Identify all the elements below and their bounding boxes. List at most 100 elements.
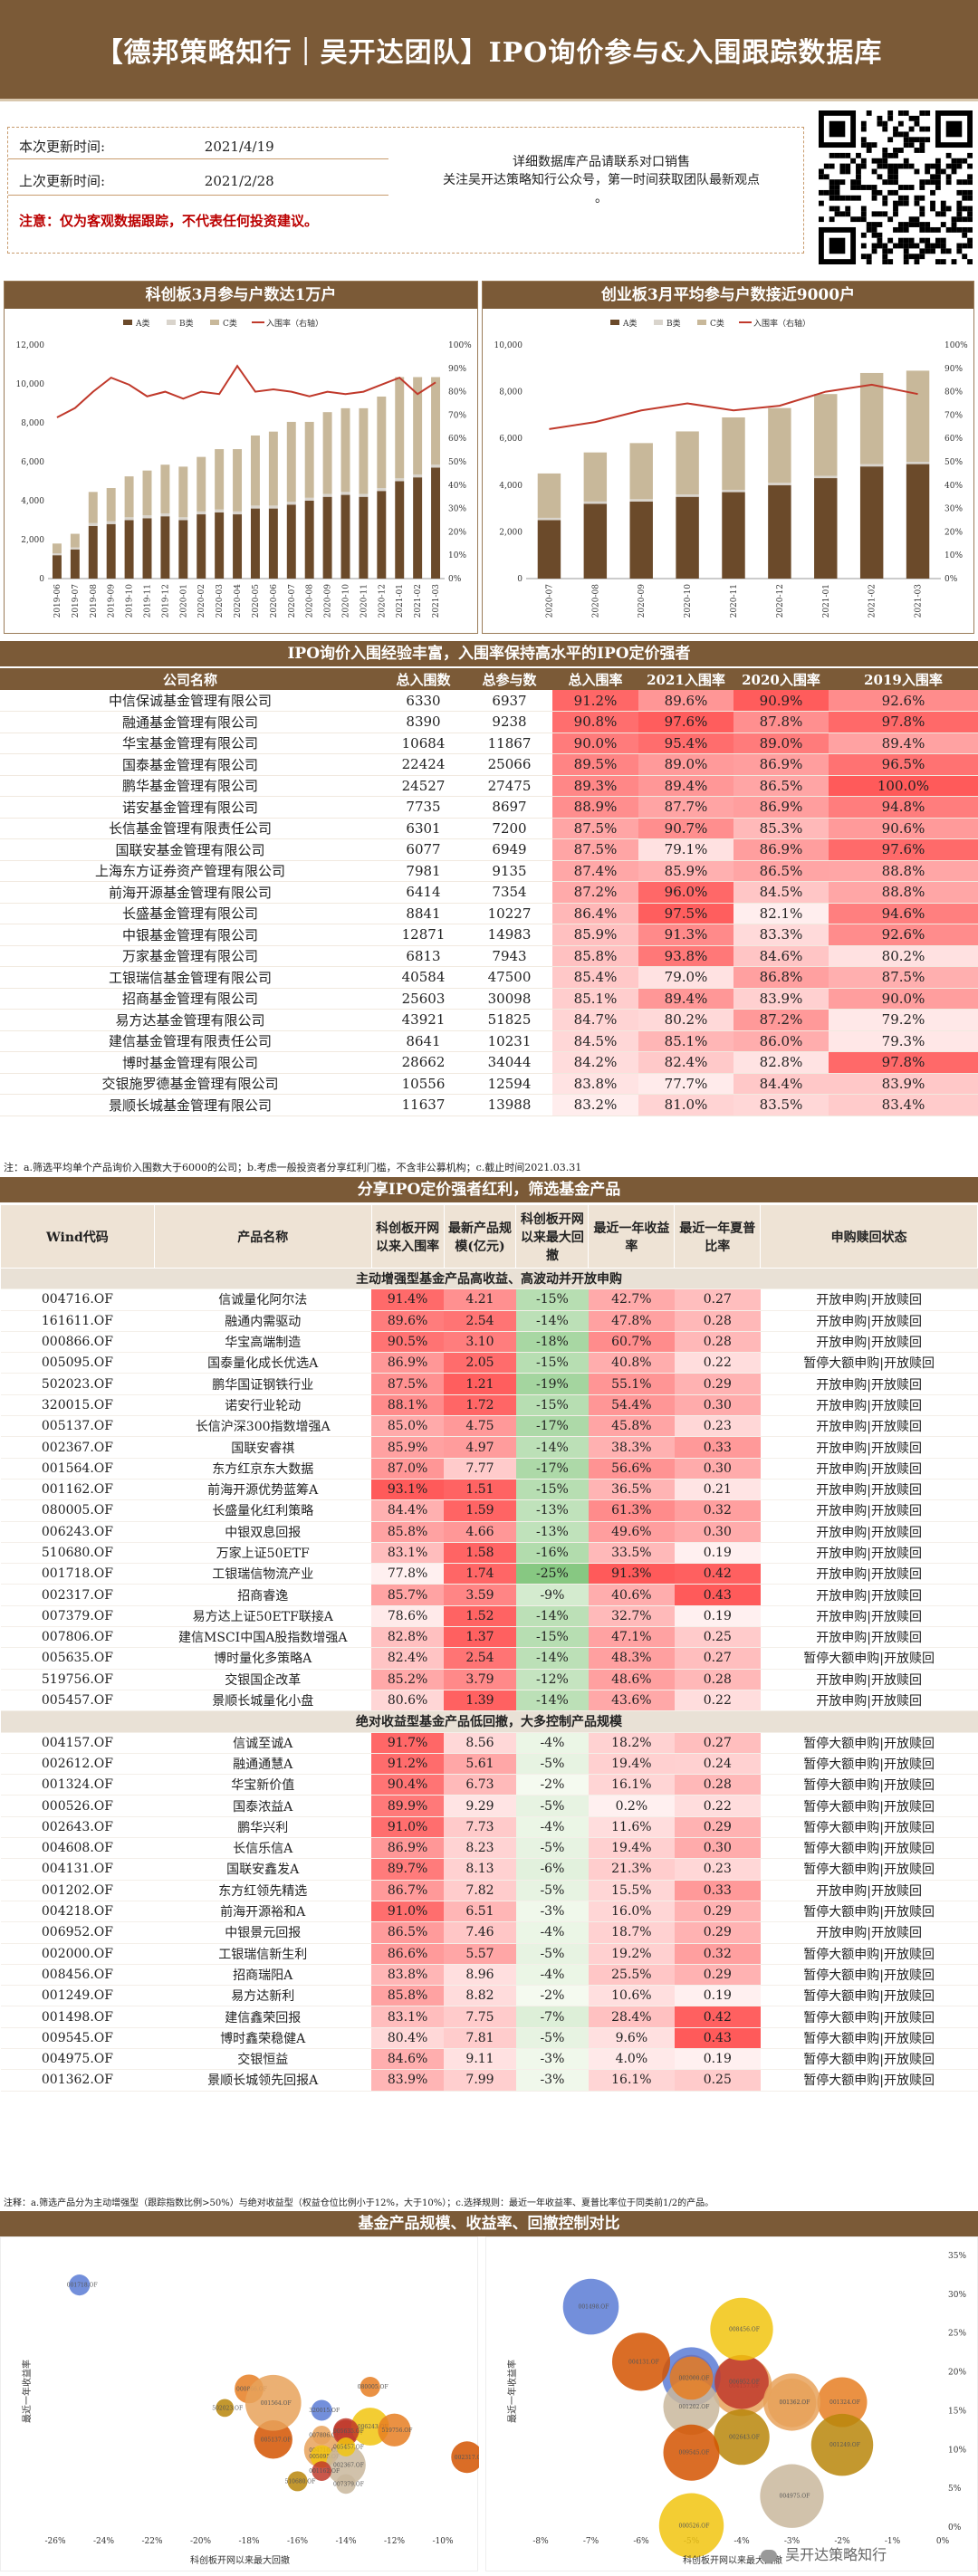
table2-cell: 519756.OF	[0, 1669, 155, 1690]
table2-cell: 暂停大额申购|开放赎回	[760, 1985, 978, 2007]
table2-cell: 暂停大额申购|开放赎回	[760, 1753, 978, 1776]
kcb-ytick: 8,000	[21, 419, 44, 428]
table1-cell: 中银基金管理有限公司	[0, 924, 380, 946]
table-row: 诺安基金管理有限公司 7735 8697 88.9% 87.7% 86.9% 94.8%	[0, 796, 978, 819]
table2-cell: 001324.OF	[0, 1774, 155, 1796]
last-update-value: 2021/2/28	[204, 173, 274, 189]
table1-cell: 交银施罗德基金管理有限公司	[0, 1073, 380, 1095]
table1-cell: 11867	[466, 733, 552, 754]
table2-cell: 1.58	[444, 1542, 516, 1565]
table2-cell: 19.2%	[588, 1943, 675, 1965]
table2-cell: 005635.OF	[0, 1647, 155, 1670]
right-bubble-label: 009545.OF	[679, 2450, 710, 2456]
table2-cell: 开放申购|开放赎回	[760, 1331, 978, 1354]
table2-header-cell: 产品名称	[153, 1204, 372, 1269]
table1-cell: 9238	[466, 711, 552, 733]
table2-cell: 0.33	[674, 1880, 761, 1901]
kcb-y2tick: 10%	[448, 551, 466, 560]
kcb-ytick: 12,000	[16, 341, 45, 350]
table2-cell: 国联安鑫发A	[154, 1858, 372, 1881]
cyb-chart-title: 创业板3月平均参与户数接近9000户	[483, 282, 973, 309]
table2-cell: 建信鑫荣回报	[154, 2006, 372, 2028]
kcb-bar-A类	[160, 516, 170, 579]
kcb-xtick: 2020-04	[234, 584, 243, 618]
table-row: 004157.OF 信诚至诚A 91.7% 8.56 -4% 18.2% 0.27 暂停大额申…	[0, 1732, 978, 1754]
kcb-xtick: 2021-02	[414, 584, 423, 618]
table1-cell: 90.9%	[734, 690, 829, 712]
table2-cell: 开放申购|开放赎回	[760, 1415, 978, 1438]
table2-cell: 2.05	[444, 1352, 516, 1374]
table1-cell: 89.6%	[638, 690, 734, 712]
table2-cell: 暂停大额申购|开放赎回	[760, 1774, 978, 1796]
table1-cell: 97.6%	[829, 838, 978, 861]
kcb-bar-A类	[359, 496, 369, 579]
table2-cell: 005095.OF	[0, 1352, 155, 1374]
kcb-bar-B类	[377, 488, 387, 492]
kcb-bar-A类	[286, 504, 296, 579]
table2-note: 注释：a.筛选产品分为主动增强型（跟踪指数比例>50%）与绝对收益型（权益仓位比…	[4, 2198, 714, 2208]
table2-cell: 90.4%	[371, 1774, 445, 1796]
table-row: 002612.OF 融通通慧A 91.2% 5.61 -5% 19.4% 0.24 暂停大额申…	[0, 1753, 978, 1776]
kcb-bar-A类	[106, 523, 116, 579]
table2-cell: 7.46	[444, 1921, 516, 1944]
table1-cell: 25066	[466, 753, 552, 776]
cyb-y2tick: 90%	[944, 365, 963, 374]
cyb-legend: A类 B类 C类 入围率（右轴）	[610, 318, 810, 329]
kcb-bar-A类	[197, 514, 206, 579]
table1-cell: 82.4%	[638, 1051, 734, 1074]
table1-cell: 7354	[466, 881, 552, 904]
table2-cell: 5.57	[444, 1943, 516, 1965]
cyb-bar-C类	[722, 417, 745, 490]
table2-cell: 0.30	[674, 1521, 761, 1543]
table2-cell: 7.99	[444, 2069, 516, 2092]
table2-cell: 鹏华兴利	[154, 1816, 372, 1839]
table2-cell: 001249.OF	[0, 1985, 155, 2007]
table2-cell: 4.0%	[588, 2048, 675, 2071]
table2-cell: 3.79	[444, 1669, 516, 1690]
table2-cell: 0.43	[674, 2027, 761, 2049]
kcb-bar-C类	[233, 449, 243, 512]
table-row: 004975.OF 交银恒益 84.6% 9.11 -3% 4.0% 0.19 暂停大额申购|…	[0, 2048, 978, 2071]
table2-cell: 18.2%	[588, 1732, 675, 1754]
table2-cell: 博时量化多策略A	[154, 1647, 372, 1670]
table-row: 161611.OF 融通内需驱动 89.6% 2.54 -14% 47.8% 0.28 开放申…	[0, 1310, 978, 1332]
table1-cell: 8641	[380, 1030, 466, 1052]
table2-cell: 0.27	[674, 1288, 761, 1311]
kcb-y2tick: 50%	[448, 458, 466, 467]
table1-header-cell: 2020入围率	[734, 668, 829, 690]
kcb-bar-B类	[268, 505, 278, 509]
table1-note: 注：a.筛选平均单个产品询价入围数大于6000的公司；b.考虑一般投资者分享红利…	[4, 1162, 582, 1173]
kcb-bar-A类	[250, 508, 260, 579]
table2-cell: 36.5%	[588, 1479, 675, 1501]
kcb-bar-B类	[106, 521, 116, 524]
cyb-xtick: 2021-01	[822, 584, 831, 618]
table2-cell: 0.29	[674, 1816, 761, 1839]
kcb-bar-C类	[250, 435, 260, 506]
kcb-bar-B类	[142, 515, 152, 519]
table2-cell: 33.5%	[588, 1542, 675, 1565]
table1-cell: 47500	[466, 966, 552, 989]
table2-cell: 1.21	[444, 1373, 516, 1395]
table-row: 004218.OF 前海开源裕和A 91.0% 6.51 -3% 16.0% 0.29 暂停大…	[0, 1901, 978, 1923]
table1-cell: 86.9%	[734, 796, 829, 819]
table2-cell: 85.8%	[371, 1521, 445, 1543]
table2-cell: -19%	[515, 1373, 589, 1395]
cyb-ytick: 2,000	[499, 528, 523, 537]
table1-cell: 51825	[466, 1009, 552, 1031]
table2-cell: 暂停大额申购|开放赎回	[760, 2069, 978, 2092]
kcb-xtick: 2020-11	[360, 584, 369, 618]
table2-cell: 48.6%	[588, 1669, 675, 1690]
table2-cell: 80.6%	[371, 1690, 445, 1712]
kcb-xtick: 2020-09	[324, 584, 333, 618]
table2-group-label: 主动增强型基金产品高收益、高波动并开放申购	[0, 1268, 978, 1290]
table2-cell: 87.5%	[371, 1373, 445, 1395]
table2-cell: 91.2%	[371, 1753, 445, 1776]
table-row: 交银施罗德基金管理有限公司 10556 12594 83.8% 77.7% 84.4% 83…	[0, 1073, 978, 1095]
kcb-bar-C类	[431, 377, 441, 465]
table2-cell: 54.4%	[588, 1394, 675, 1417]
kcb-legend-swatch	[167, 320, 176, 325]
table1-cell: 7943	[466, 945, 552, 967]
table1-cell: 84.6%	[734, 945, 829, 967]
table1-cell: 85.3%	[734, 818, 829, 839]
table1-cell: 9135	[466, 860, 552, 882]
